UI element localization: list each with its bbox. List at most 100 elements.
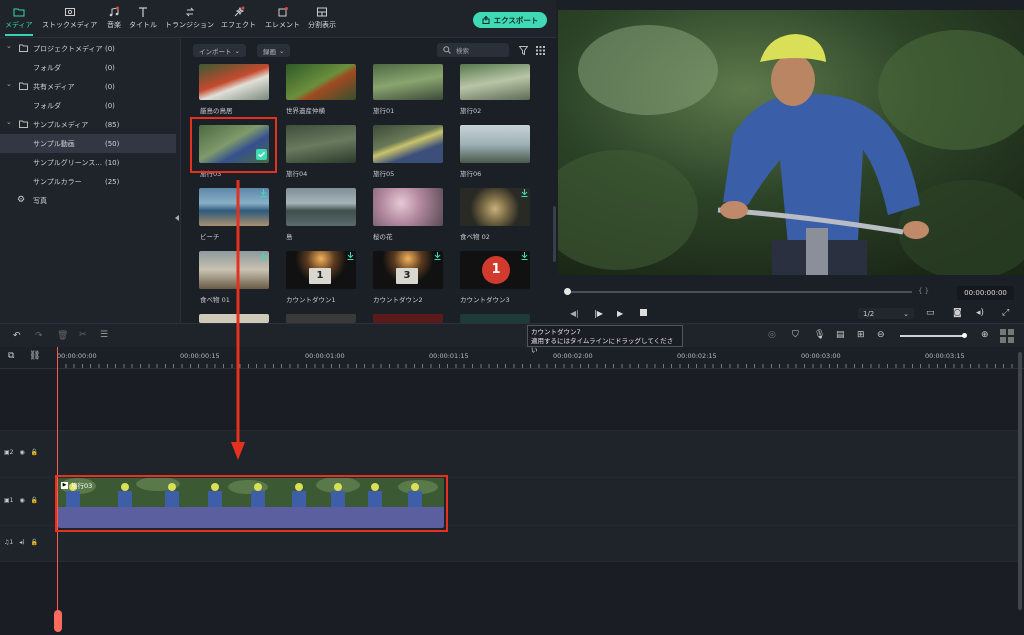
- lock-icon[interactable]: 🔓: [31, 449, 38, 456]
- countdown-digit-1: 1: [482, 256, 510, 284]
- pip-icon[interactable]: ⊞: [857, 330, 865, 340]
- tree-item-sample-greenscreen[interactable]: サンプルグリーンス... (10): [0, 153, 176, 172]
- zoom-in-icon[interactable]: ⊕: [981, 330, 989, 340]
- fullscreen-icon[interactable]: ⤢: [1002, 308, 1009, 318]
- media-caption: 旅行01: [373, 107, 395, 115]
- tab-split-screen[interactable]: 分割表示: [308, 6, 336, 30]
- microphone-icon[interactable]: 🎙: [814, 330, 825, 340]
- preview-progress-handle[interactable]: [564, 288, 571, 295]
- volume-icon[interactable]: ◂): [976, 308, 984, 318]
- tree-item-folder[interactable]: フォルダ (0): [0, 96, 176, 115]
- tab-transition[interactable]: トランジション: [165, 6, 214, 30]
- media-thumb-travel01[interactable]: [373, 64, 443, 100]
- download-icon[interactable]: [521, 252, 528, 260]
- preview-progress-bar[interactable]: [567, 291, 912, 293]
- filter-icon[interactable]: [519, 46, 528, 55]
- collapse-panel-icon[interactable]: [175, 215, 179, 221]
- tab-effects[interactable]: エフェクト: [221, 6, 256, 30]
- zoom-slider-handle[interactable]: [962, 333, 967, 338]
- tab-music[interactable]: 音楽: [107, 6, 121, 30]
- layout-grid-icon[interactable]: [1000, 329, 1014, 343]
- display-icon[interactable]: ▭: [926, 308, 935, 318]
- volume-icon[interactable]: ◂): [19, 539, 24, 546]
- tree-item-shared-media[interactable]: ⌄ 共有メディア (0): [0, 77, 176, 96]
- skip-back-icon[interactable]: ◀︎|: [570, 309, 579, 318]
- media-caption: カウントダウン3: [460, 296, 510, 304]
- tree-item-photos[interactable]: ⚙ 写真: [0, 191, 176, 210]
- media-thumb-island[interactable]: [286, 188, 356, 226]
- chevron-down-icon: ⌄: [6, 118, 12, 126]
- media-thumb-partial[interactable]: [286, 314, 356, 323]
- undo-icon[interactable]: ↶: [13, 331, 21, 341]
- stop-icon[interactable]: [640, 309, 647, 316]
- media-thumb-torii[interactable]: [199, 64, 269, 100]
- media-caption: ビーチ: [200, 233, 220, 241]
- media-scrollbar[interactable]: [553, 206, 556, 262]
- music-note-icon: ♫1: [4, 539, 14, 546]
- record-dropdown[interactable]: 録画 ⌄: [257, 44, 291, 57]
- tree-item-project-media[interactable]: ⌄ プロジェクトメディア (0): [0, 39, 176, 58]
- lock-icon[interactable]: 🔓: [31, 539, 38, 546]
- tab-title[interactable]: タイトル: [129, 6, 157, 30]
- tab-effects-label: エフェクト: [221, 21, 256, 29]
- tree-item-label: フォルダ: [33, 63, 61, 72]
- mark-in-out-brackets[interactable]: { }: [918, 287, 929, 295]
- tab-stock-media[interactable]: ストックメディア: [42, 6, 97, 30]
- zoom-out-icon[interactable]: ⊖: [877, 330, 885, 340]
- search-input[interactable]: 検索: [437, 43, 509, 57]
- tree-item-sample-color[interactable]: サンプルカラー (25): [0, 172, 176, 191]
- export-button[interactable]: エクスポート: [473, 12, 547, 28]
- media-thumb-cherry-blossom[interactable]: [373, 188, 443, 226]
- render-icon[interactable]: ◎: [768, 330, 776, 340]
- lock-icon[interactable]: 🔓: [31, 497, 38, 504]
- highlight-box-timeline-clip: [55, 475, 448, 532]
- adjust-icon[interactable]: ☰: [100, 330, 108, 340]
- marker-icon[interactable]: ⛉: [792, 330, 799, 340]
- media-thumb-countdown3[interactable]: 1: [460, 251, 530, 289]
- media-thumb-world-heritage[interactable]: [286, 64, 356, 100]
- track-header: ♫1 ◂) 🔓: [4, 539, 38, 546]
- media-thumb-travel06[interactable]: [460, 125, 530, 163]
- grid-view-icon[interactable]: [536, 46, 545, 55]
- tab-elements[interactable]: エレメント: [265, 6, 300, 30]
- tree-item-sample-video[interactable]: サンプル動画 (50): [0, 134, 176, 153]
- media-thumb-partial[interactable]: [373, 314, 443, 323]
- frame-forward-icon[interactable]: |▶︎: [594, 309, 603, 318]
- download-icon[interactable]: [260, 252, 267, 260]
- tab-media[interactable]: メディア: [5, 6, 33, 36]
- play-icon[interactable]: ▶︎: [617, 309, 623, 318]
- download-icon[interactable]: [260, 189, 267, 197]
- media-thumb-travel04[interactable]: [286, 125, 356, 163]
- tree-item-folder[interactable]: フォルダ (0): [0, 58, 176, 77]
- media-thumb-travel05[interactable]: [373, 125, 443, 163]
- media-thumb-countdown1[interactable]: 1: [286, 251, 356, 289]
- ruler-ticks: [57, 364, 1017, 368]
- eye-icon[interactable]: ◉: [20, 449, 25, 456]
- add-track-icon[interactable]: ⧉: [8, 351, 14, 361]
- redo-icon[interactable]: ↷: [35, 331, 43, 341]
- media-thumb-food02[interactable]: [460, 188, 530, 226]
- download-icon[interactable]: [347, 252, 354, 260]
- scissors-icon[interactable]: ✂: [79, 330, 87, 340]
- media-caption: 旅行04: [286, 170, 308, 178]
- import-dropdown[interactable]: インポート ⌄: [193, 44, 246, 57]
- eye-icon[interactable]: ◉: [20, 497, 25, 504]
- trash-icon[interactable]: 🗑: [57, 331, 68, 341]
- media-thumb-countdown2[interactable]: 3: [373, 251, 443, 289]
- zoom-slider[interactable]: [900, 335, 966, 337]
- media-thumb-partial[interactable]: [460, 314, 530, 323]
- tree-item-sample-media[interactable]: ⌄ サンプルメディア (85): [0, 115, 176, 134]
- link-icon[interactable]: ⛓: [29, 351, 40, 361]
- video-track-2[interactable]: ▣2 ◉ 🔓: [0, 431, 1018, 478]
- chevron-down-icon: ⌄: [903, 309, 909, 318]
- preview-quality-select[interactable]: 1/2 ⌄: [858, 308, 914, 319]
- playhead-handle[interactable]: [54, 610, 62, 632]
- download-icon[interactable]: [521, 189, 528, 197]
- download-icon[interactable]: [434, 252, 441, 260]
- track-number: 1: [9, 539, 14, 546]
- timeline-ruler[interactable]: ⧉ ⛓ 00:00:00:00 00:00:00:15 00:00:01:00 …: [0, 347, 1024, 369]
- timeline-scrollbar[interactable]: [1018, 352, 1022, 610]
- snapshot-icon[interactable]: ▤: [836, 330, 845, 340]
- media-thumb-travel02[interactable]: [460, 64, 530, 100]
- camera-icon[interactable]: ◙: [953, 308, 962, 318]
